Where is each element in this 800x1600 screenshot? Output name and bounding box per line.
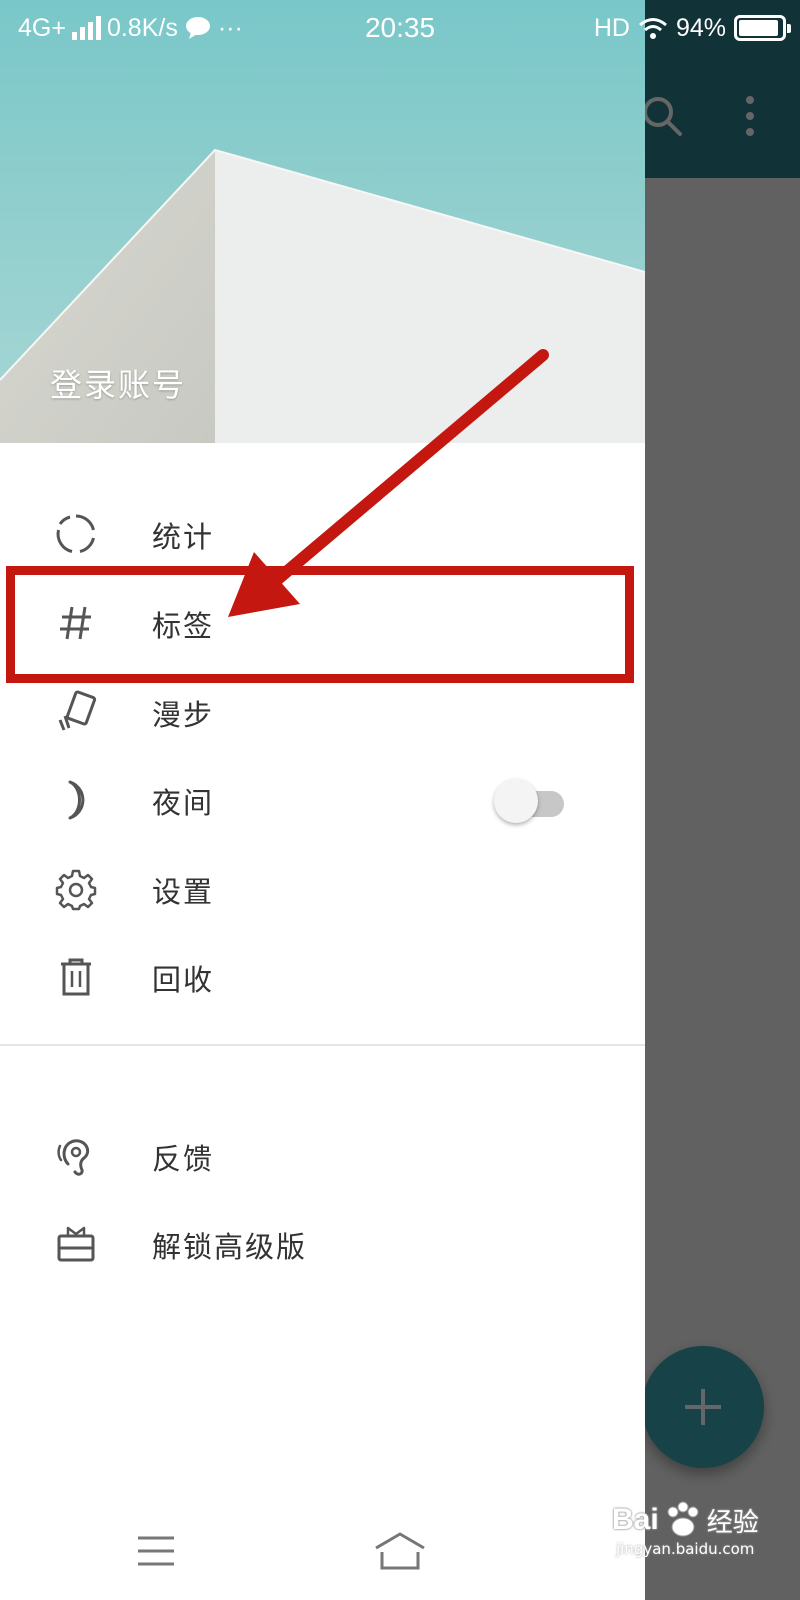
hd-indicator: HD bbox=[593, 13, 630, 42]
battery-percent: 94% bbox=[675, 13, 726, 42]
status-bar: 4G+ 0.8K/s ··· 20:35 HD 94% bbox=[0, 0, 800, 56]
watermark-cn: 经验 bbox=[706, 1507, 759, 1538]
baidu-watermark: Bai 经验 jingyan.baidu.com bbox=[612, 1500, 759, 1558]
watermark-url: jingyan.baidu.com bbox=[616, 1540, 755, 1558]
battery-icon bbox=[734, 15, 791, 41]
annotation-arrow-icon bbox=[228, 349, 549, 617]
wifi-icon bbox=[638, 18, 667, 39]
paw-logo-icon bbox=[667, 1501, 699, 1537]
watermark-brand: Bai bbox=[612, 1503, 659, 1536]
